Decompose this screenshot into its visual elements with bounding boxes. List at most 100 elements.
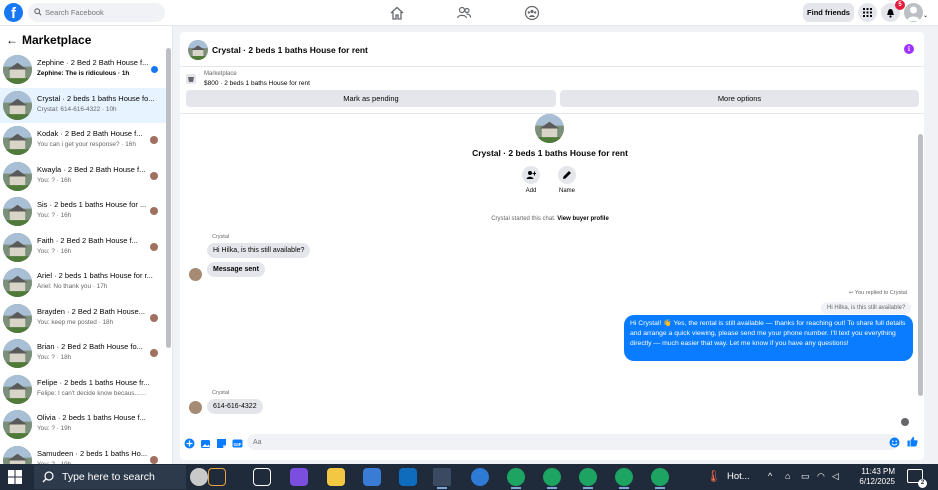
add-person-icon: [526, 171, 536, 179]
wifi-icon[interactable]: ◠: [817, 471, 825, 482]
view-buyer-profile-link[interactable]: View buyer profile: [557, 216, 609, 222]
conversation-preview: Felipe: I can't decide know becaus... · …: [37, 389, 147, 397]
info-icon[interactable]: i: [904, 44, 914, 54]
plus-circle-icon[interactable]: [184, 438, 195, 449]
conversation-title: Kodak · 2 Bed 2 Bath House f...: [37, 129, 143, 138]
conversation-item[interactable]: Crystal · 2 beds 1 baths House fo... Crys…: [0, 87, 166, 123]
sidebar-scrollbar[interactable]: [166, 48, 171, 348]
incoming-message[interactable]: Hi Hilka, is this still available?: [207, 243, 311, 258]
pinned-app-icon[interactable]: [433, 468, 451, 486]
running-app-indicator: [655, 487, 665, 489]
conversation-preview: You: ? · 19h: [37, 425, 72, 432]
outlook-icon[interactable]: [399, 468, 417, 486]
listing-summary[interactable]: Marketplace $800 · 2 beds 1 baths House …: [185, 70, 585, 90]
listing-thumbnail: [3, 126, 32, 155]
conversation-item[interactable]: Kodak · 2 Bed 2 Bath House f... You can i…: [0, 123, 166, 159]
conversation-item[interactable]: Samudeen · 2 beds 1 baths Ho... You: ? · …: [0, 443, 166, 464]
conversation-item[interactable]: Faith · 2 Bed 2 Bath House f... You: ? · …: [0, 230, 166, 266]
running-app-indicator: [583, 487, 593, 489]
medal-icon[interactable]: [208, 468, 226, 486]
conversation-title: Kwayla · 2 Bed 2 Bath House f...: [37, 164, 146, 174]
groups-icon[interactable]: [524, 5, 540, 21]
conversation-item[interactable]: Felipe · 2 beds 1 baths House fr... Felip…: [0, 372, 166, 408]
conversation-item[interactable]: Ariel · 2 beds 1 baths House for r... Ari…: [0, 265, 166, 301]
photo-icon[interactable]: [200, 438, 211, 449]
menu-button[interactable]: [858, 3, 877, 22]
sticker-icon[interactable]: [216, 438, 227, 449]
sender-avatar[interactable]: [189, 268, 202, 281]
conversation-title: Brayden · 2 Bed 2 Bath House...: [37, 306, 145, 316]
copilot-icon[interactable]: [290, 468, 308, 486]
conversation-item[interactable]: Sis · 2 beds 1 baths House for ... You: ?…: [0, 194, 166, 230]
mark-as-pending-button[interactable]: Mark as pending: [186, 90, 556, 107]
chrome-icon-1[interactable]: [507, 468, 525, 486]
facebook-logo[interactable]: f: [4, 3, 23, 22]
task-view-icon[interactable]: [253, 468, 271, 486]
windows-start-icon[interactable]: [8, 470, 22, 484]
friends-icon[interactable]: [456, 5, 472, 21]
conversation-preview: Ariel: No thank you · 17h: [37, 283, 108, 290]
house-photo-icon: [3, 445, 32, 464]
home-icon[interactable]: [389, 5, 405, 21]
listing-price-line: $800 · 2 beds 1 baths House for rent: [204, 80, 310, 87]
more-options-button[interactable]: More options: [560, 90, 919, 107]
listing-thumbnail: [3, 410, 32, 439]
notification-center-badge: 2: [918, 479, 927, 488]
message-sent-bubble[interactable]: Message sent: [207, 262, 265, 277]
listing-thumbnail: [3, 374, 32, 404]
taskbar-search[interactable]: Type here to search: [34, 465, 186, 489]
chrome-icon-3[interactable]: [579, 468, 597, 486]
name-action[interactable]: Name: [552, 166, 582, 194]
chrome-icon-2[interactable]: [543, 468, 561, 486]
listing-thumbnail[interactable]: [188, 40, 208, 60]
thumbs-up-icon[interactable]: [907, 436, 918, 447]
battery-icon[interactable]: ▭: [801, 471, 810, 482]
emoji-icon[interactable]: [889, 437, 900, 448]
search-input[interactable]: [45, 3, 160, 22]
chat-scrollbar[interactable]: [918, 134, 923, 396]
gif-icon[interactable]: GIF: [232, 438, 243, 449]
conversation-title: Faith · 2 Bed 2 Bath House f...: [37, 235, 138, 245]
seen-avatar: [150, 349, 158, 357]
photos-app-icon[interactable]: [471, 468, 489, 486]
conversation-item[interactable]: Zephine · 2 Bed 2 Bath House f... Zephine…: [0, 52, 166, 88]
conversation-item[interactable]: Brian · 2 Bed 2 Bath House fo... You: ? ·…: [0, 336, 166, 372]
find-friends-button[interactable]: Find friends: [803, 3, 854, 22]
active-app-indicator: [437, 487, 447, 489]
name-button[interactable]: [558, 166, 576, 184]
house-photo-icon: [3, 303, 32, 333]
listing-photo[interactable]: [535, 114, 564, 143]
thermometer-icon[interactable]: 🌡: [706, 469, 721, 483]
volume-icon[interactable]: ◁: [832, 471, 839, 482]
clock[interactable]: 11:43 PM 6/12/2025: [845, 467, 895, 487]
message-input[interactable]: [247, 434, 899, 450]
sender-avatar-2[interactable]: [189, 401, 202, 414]
listing-thumbnail: [3, 232, 32, 262]
file-explorer-icon[interactable]: [327, 468, 345, 486]
add-action[interactable]: Add: [516, 166, 546, 194]
listing-thumbnail: [3, 339, 32, 368]
back-arrow-icon[interactable]: ←: [6, 33, 18, 47]
outgoing-message[interactable]: Hi Crystal! 👋 Yes, the rental is still a…: [624, 315, 913, 361]
seen-avatar: [150, 455, 158, 464]
store-icon[interactable]: [363, 468, 381, 486]
people-icon[interactable]: ⌂: [785, 471, 790, 481]
chrome-icon-4[interactable]: [615, 468, 633, 486]
chrome-icon-5[interactable]: [651, 468, 669, 486]
chevron-down-icon[interactable]: ⌄: [923, 12, 928, 19]
conversation-item[interactable]: Brayden · 2 Bed 2 Bath House... You: keep…: [0, 301, 166, 337]
profile-avatar[interactable]: [904, 3, 923, 22]
pencil-icon: [563, 171, 571, 179]
add-button[interactable]: [522, 166, 540, 184]
search-icon: [42, 471, 54, 483]
search-highlight-icon[interactable]: [190, 468, 208, 486]
weather-text[interactable]: Hot...: [727, 471, 750, 482]
listing-thumbnail: [3, 90, 32, 120]
conversation-item[interactable]: Olivia · 2 beds 1 baths House f... You: ?…: [0, 407, 166, 443]
quoted-message[interactable]: Hi Hilka, is this still available?: [821, 302, 912, 314]
show-hidden-icons-icon[interactable]: ^: [768, 471, 772, 481]
conversation-item[interactable]: Kwayla · 2 Bed 2 Bath House f... You: ? ·…: [0, 159, 166, 195]
search-box[interactable]: [28, 3, 165, 22]
conversation-preview: Crystal: 614-616-4322 · 10h: [37, 105, 117, 113]
incoming-phone-message[interactable]: 614-616-4322: [207, 399, 263, 414]
